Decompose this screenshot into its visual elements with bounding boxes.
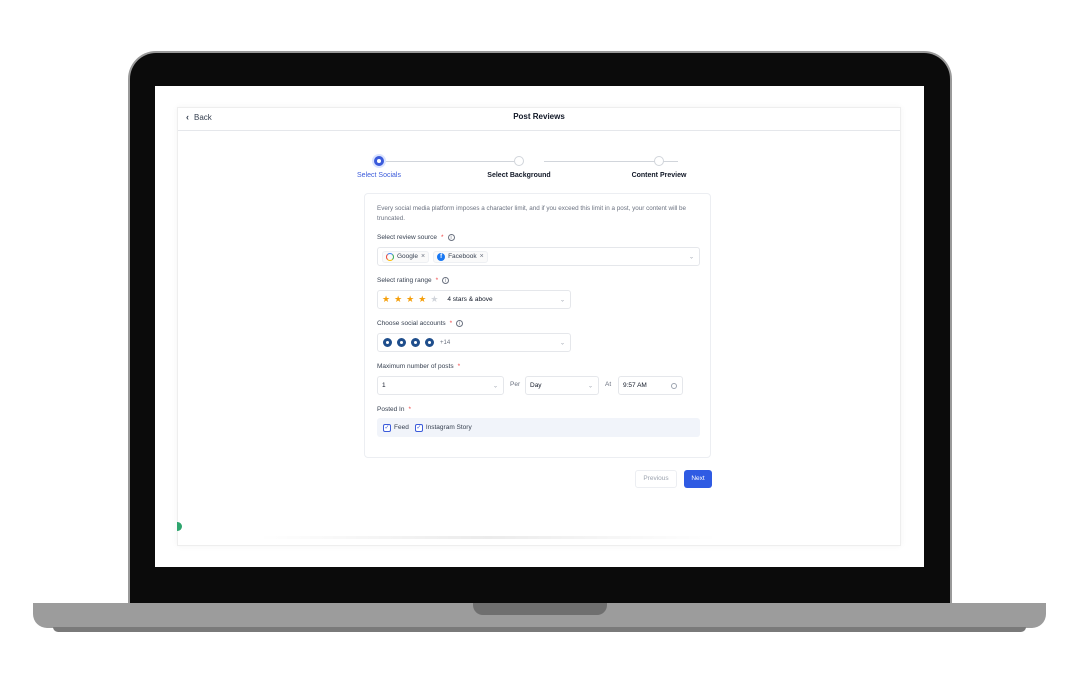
bottom-shadow xyxy=(258,536,718,539)
clock-icon xyxy=(671,382,677,389)
period-value: Day xyxy=(530,382,542,389)
social-accounts-label: Choose social accounts * i xyxy=(377,320,464,327)
chevron-down-icon: ⌄ xyxy=(559,297,565,303)
chip-facebook-label: Facebook xyxy=(448,253,477,260)
account-avatar xyxy=(396,337,407,348)
step-3-label[interactable]: Content Preview xyxy=(632,172,687,179)
max-posts-count-select[interactable]: 1 ⌄ xyxy=(377,376,504,395)
post-reviews-app: ‹ Back Post Reviews Select Socials Selec… xyxy=(177,107,901,546)
step-3-dot[interactable] xyxy=(654,156,664,166)
info-icon[interactable]: i xyxy=(456,320,464,327)
posted-in-label: Posted In * xyxy=(377,406,411,413)
max-posts-count-value: 1 xyxy=(382,382,386,389)
posted-in-options: ✓ Feed ✓ Instagram Story xyxy=(377,418,700,437)
review-source-label: Select review source * i xyxy=(377,234,455,241)
instagram-story-label: Instagram Story xyxy=(425,424,472,431)
next-button[interactable]: Next xyxy=(684,470,712,488)
facebook-icon: f xyxy=(437,252,446,261)
rating-range-label-text: Select rating range xyxy=(377,277,432,284)
at-label: At xyxy=(605,381,612,388)
checkmark-icon: ✓ xyxy=(383,423,391,432)
star-icon: ★ xyxy=(418,294,427,304)
social-accounts-select[interactable]: +14 ⌄ xyxy=(377,333,571,352)
account-avatar xyxy=(424,337,435,348)
social-accounts-label-text: Choose social accounts xyxy=(377,320,446,327)
period-select[interactable]: Day ⌄ xyxy=(525,376,599,395)
side-indicator xyxy=(177,522,182,531)
stepper-line xyxy=(384,161,514,162)
rating-range-select[interactable]: ★ ★ ★ ★ ★ 4 stars & above ⌄ xyxy=(377,290,571,309)
required-mark: * xyxy=(457,363,461,370)
rating-range-label: Select rating range * i xyxy=(377,277,450,284)
required-mark: * xyxy=(440,234,444,241)
posted-in-label-text: Posted In xyxy=(377,406,405,413)
instagram-story-checkbox[interactable]: ✓ Instagram Story xyxy=(414,423,472,432)
chip-google-label: Google xyxy=(397,253,418,260)
feed-label: Feed xyxy=(394,424,409,431)
required-mark: * xyxy=(449,320,453,327)
feed-checkbox[interactable]: ✓ Feed xyxy=(383,423,409,432)
star-icon: ★ xyxy=(406,294,415,304)
step-2-dot[interactable] xyxy=(514,156,524,166)
page-title: Post Reviews xyxy=(513,112,565,121)
laptop-base-lip xyxy=(53,627,1026,632)
required-mark: * xyxy=(435,277,439,284)
max-posts-label-text: Maximum number of posts xyxy=(377,363,454,370)
remove-google-icon[interactable]: × xyxy=(421,253,425,260)
star-icon: ★ xyxy=(394,294,403,304)
required-mark: * xyxy=(408,406,411,413)
info-icon[interactable]: i xyxy=(447,234,455,241)
chip-facebook: f Facebook × xyxy=(433,250,488,263)
max-posts-label: Maximum number of posts * xyxy=(377,363,460,370)
form-card: Every social media platform imposes a ch… xyxy=(364,193,711,458)
previous-button[interactable]: Previous xyxy=(635,470,677,488)
review-source-select[interactable]: Google × f Facebook × ⌄ xyxy=(377,247,700,266)
time-value: 9:57 AM xyxy=(623,382,647,389)
laptop-screen: ‹ Back Post Reviews Select Socials Selec… xyxy=(155,86,924,567)
chevron-down-icon: ⌄ xyxy=(492,383,498,389)
character-limit-notice: Every social media platform imposes a ch… xyxy=(377,205,687,222)
step-2-label[interactable]: Select Background xyxy=(487,172,550,179)
account-avatar xyxy=(382,337,393,348)
account-avatar xyxy=(410,337,421,348)
google-icon xyxy=(386,252,394,261)
review-source-label-text: Select review source xyxy=(377,234,437,241)
more-accounts-count: +14 xyxy=(440,339,451,346)
star-icon: ★ xyxy=(382,294,391,304)
chevron-down-icon: ⌄ xyxy=(587,383,593,389)
time-picker[interactable]: 9:57 AM xyxy=(618,376,683,395)
checkmark-icon: ✓ xyxy=(414,423,423,432)
star-empty-icon: ★ xyxy=(430,294,439,304)
stepper: Select Socials Select Background Content… xyxy=(357,156,708,186)
remove-facebook-icon[interactable]: × xyxy=(480,253,484,260)
step-1-dot[interactable] xyxy=(374,156,384,166)
info-icon[interactable]: i xyxy=(442,277,450,284)
chevron-down-icon: ⌄ xyxy=(559,340,565,346)
per-label: Per xyxy=(510,381,521,388)
chevron-down-icon: ⌄ xyxy=(688,254,694,260)
app-header: ‹ Back Post Reviews xyxy=(178,108,900,131)
rating-range-value: 4 stars & above xyxy=(447,296,493,303)
step-1-label[interactable]: Select Socials xyxy=(357,172,401,179)
laptop-notch xyxy=(473,603,607,615)
chip-google: Google × xyxy=(382,250,430,263)
